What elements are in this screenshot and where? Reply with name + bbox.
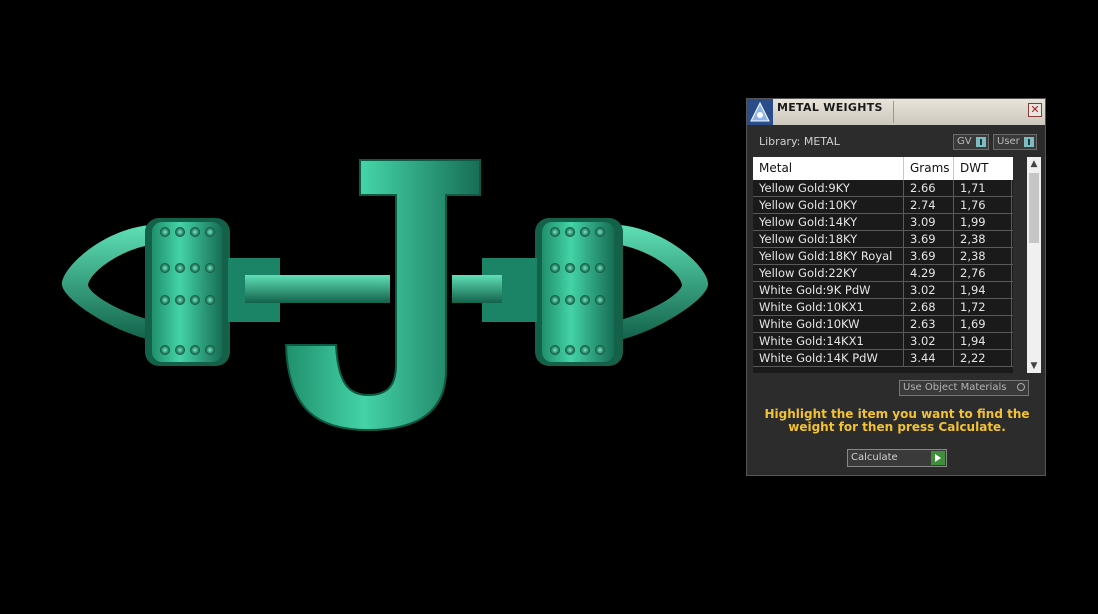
- cell-metal: White Gold:10KW: [759, 317, 860, 331]
- app-logo-icon: [747, 99, 773, 125]
- cell-divider: [1011, 350, 1013, 366]
- cell-divider: [1011, 180, 1013, 196]
- table-scrollbar[interactable]: ▲ ▼: [1027, 157, 1041, 373]
- gv-toggle[interactable]: GV: [953, 134, 989, 150]
- user-toggle[interactable]: User: [993, 134, 1037, 150]
- cell-grams: 3.69: [903, 248, 953, 264]
- cell-dwt: 1,99: [953, 214, 1013, 230]
- cell-grams: 3.69: [903, 231, 953, 247]
- cell-metal: White Gold:14K PdW: [759, 351, 878, 365]
- cell-metal: Yellow Gold:14KY: [759, 215, 858, 229]
- cell-metal: Yellow Gold:18KY Royal: [759, 249, 893, 263]
- panel-title: METAL WEIGHTS: [777, 101, 883, 114]
- cell-grams: 2.63: [903, 316, 953, 332]
- cell-metal: Yellow Gold:10KY: [759, 198, 858, 212]
- cell-divider: [1011, 248, 1013, 264]
- metal-table: Metal Grams DWT Yellow Gold:9KY 2.66 1,71 Y…: [753, 157, 1013, 373]
- cell-divider: [1011, 231, 1013, 247]
- cell-dwt: 2,38: [953, 231, 1013, 247]
- cell-metal: Yellow Gold:22KY: [759, 266, 858, 280]
- calculate-button[interactable]: Calculate: [847, 449, 947, 467]
- metal-weights-panel: METAL WEIGHTS ✕ Library: METAL GV User M…: [746, 98, 1046, 476]
- cell-grams: 3.02: [903, 282, 953, 298]
- scroll-down-icon[interactable]: ▼: [1027, 359, 1041, 373]
- cell-dwt: 2,22: [953, 350, 1013, 366]
- cell-divider: [1011, 299, 1013, 315]
- column-header-grams[interactable]: Grams: [903, 157, 953, 180]
- cell-divider: [1011, 265, 1013, 281]
- hint-text: Highlight the item you want to find the …: [764, 407, 1030, 434]
- cell-dwt: 1,72: [953, 299, 1013, 315]
- calculate-label: Calculate: [851, 452, 898, 463]
- cell-grams: 4.29: [903, 265, 953, 281]
- cell-metal: Yellow Gold:9KY: [759, 181, 850, 195]
- 3d-viewport[interactable]: [0, 0, 740, 614]
- close-icon: ✕: [1030, 103, 1040, 116]
- cell-grams: 2.68: [903, 299, 953, 315]
- cell-divider: [1011, 333, 1013, 349]
- cell-grams: 3.44: [903, 350, 953, 366]
- cell-dwt: 1,94: [953, 333, 1013, 349]
- radio-icon: [1017, 383, 1025, 391]
- cell-metal: White Gold:10KX1: [759, 300, 864, 314]
- library-label: Library: METAL: [759, 135, 840, 148]
- table-row[interactable]: White Gold:14KX1 3.02 1,94: [753, 333, 1013, 350]
- table-body: Yellow Gold:9KY 2.66 1,71 Yellow Gold:10KY 2…: [753, 180, 1013, 367]
- cell-divider: [1011, 197, 1013, 213]
- column-header-metal[interactable]: Metal: [753, 157, 903, 180]
- cell-grams: 2.74: [903, 197, 953, 213]
- use-object-materials-option[interactable]: Use Object Materials: [899, 380, 1029, 396]
- close-button[interactable]: ✕: [1028, 103, 1042, 117]
- scroll-thumb[interactable]: [1029, 173, 1039, 243]
- play-icon: [931, 451, 945, 465]
- cell-dwt: 1,76: [953, 197, 1013, 213]
- user-toggle-label: User: [997, 136, 1020, 147]
- cell-metal: White Gold:9K PdW: [759, 283, 871, 297]
- table-row[interactable]: Yellow Gold:18KY 3.69 2,38: [753, 231, 1013, 248]
- cell-dwt: 1,94: [953, 282, 1013, 298]
- cell-divider: [1011, 316, 1013, 332]
- cell-dwt: 1,69: [953, 316, 1013, 332]
- panel-titlebar[interactable]: METAL WEIGHTS ✕: [747, 99, 1045, 125]
- table-row[interactable]: Yellow Gold:14KY 3.09 1,99: [753, 214, 1013, 231]
- table-row[interactable]: White Gold:9K PdW 3.02 1,94: [753, 282, 1013, 299]
- cell-divider: [1011, 282, 1013, 298]
- cell-metal: Yellow Gold:18KY: [759, 232, 858, 246]
- cell-dwt: 2,38: [953, 248, 1013, 264]
- cell-metal: White Gold:14KX1: [759, 334, 864, 348]
- cell-dwt: 1,71: [953, 180, 1013, 196]
- table-row[interactable]: Yellow Gold:10KY 2.74 1,76: [753, 197, 1013, 214]
- column-header-dwt[interactable]: DWT: [953, 157, 1013, 180]
- table-row[interactable]: Yellow Gold:18KY Royal 3.69 2,38: [753, 248, 1013, 265]
- scroll-up-icon[interactable]: ▲: [1027, 157, 1041, 171]
- table-row[interactable]: White Gold:10KX1 2.68 1,72: [753, 299, 1013, 316]
- jewelry-model-render: [61, 159, 709, 432]
- cell-divider: [1011, 214, 1013, 230]
- cell-grams: 3.09: [903, 214, 953, 230]
- table-row[interactable]: Yellow Gold:9KY 2.66 1,71: [753, 180, 1013, 197]
- table-row[interactable]: White Gold:14K PdW 3.44 2,22: [753, 350, 1013, 367]
- cell-grams: 2.66: [903, 180, 953, 196]
- table-row[interactable]: White Gold:10KW 2.63 1,69: [753, 316, 1013, 333]
- use-object-materials-label: Use Object Materials: [903, 382, 1007, 393]
- table-header: Metal Grams DWT: [753, 157, 1013, 180]
- toggle-knob-icon: [1024, 137, 1034, 147]
- cell-grams: 3.02: [903, 333, 953, 349]
- cell-dwt: 2,76: [953, 265, 1013, 281]
- gv-toggle-label: GV: [957, 136, 972, 147]
- toggle-knob-icon: [976, 137, 986, 147]
- titlebar-divider: [893, 101, 894, 123]
- table-row[interactable]: Yellow Gold:22KY 4.29 2,76: [753, 265, 1013, 282]
